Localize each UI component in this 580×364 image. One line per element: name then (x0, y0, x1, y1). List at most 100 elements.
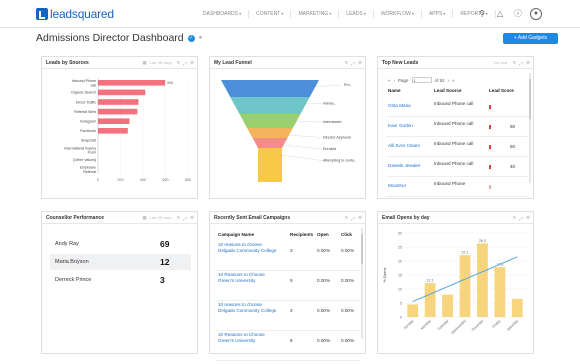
counsellor-value: 12 (160, 257, 170, 267)
table-view-icon[interactable]: ▦ (143, 60, 147, 66)
expand-icon[interactable]: ⤢ (351, 216, 355, 221)
date-range[interactable]: Last 180 days (150, 216, 172, 220)
campaign-recipients: 9 (290, 338, 293, 343)
nav-apps[interactable]: APPS (422, 10, 454, 18)
counsellor-row[interactable]: Maria Boyson 12 (50, 254, 191, 270)
scrollbar-thumb[interactable] (529, 79, 531, 119)
add-gadgets-button[interactable]: + Add Gadgets (503, 33, 558, 44)
user-icon[interactable]: ● (530, 8, 542, 20)
col-campaign-name[interactable]: Campaign Name (218, 232, 254, 237)
lead-score-bar (489, 145, 491, 149)
lead-score-bar (489, 185, 491, 189)
help-icon[interactable]: ⓘ (512, 8, 524, 20)
nav-marketing[interactable]: MARKETING (291, 10, 340, 18)
campaign-row[interactable]: 10 Reasons to Choose Green's University 9… (216, 329, 361, 361)
lead-bar (98, 89, 146, 96)
funnel-chart: Pro.. Interes.. Interviewed Director Approv… (221, 80, 356, 182)
logo[interactable]: leadsquared (36, 7, 114, 21)
campaign-name-link[interactable]: 10 Reasons to Choose Green's University (218, 272, 280, 284)
refresh-icon[interactable]: ↻ (345, 60, 349, 66)
counsellor-value: 3 (160, 275, 165, 285)
counsellor-row[interactable]: Andy Ray 69 (50, 236, 191, 252)
last-page-icon[interactable]: » (452, 78, 455, 83)
settings-icon[interactable]: ⚙ (358, 215, 362, 221)
campaign-click-rate: 0.00% (341, 338, 355, 343)
expand-icon[interactable]: ⤢ (519, 61, 523, 66)
refresh-icon[interactable]: ↻ (177, 60, 181, 66)
comment-icon[interactable]: ● (199, 35, 203, 41)
expand-icon[interactable]: ⤢ (183, 61, 187, 66)
expand-icon[interactable]: ⤢ (519, 216, 523, 221)
settings-icon[interactable]: ⚙ (190, 215, 194, 221)
panel-header: Email Opens by day ↻ ⤢ ⚙ (378, 212, 533, 224)
lead-score: 60 (510, 124, 516, 129)
date-range[interactable]: This Year (493, 61, 508, 65)
col-source[interactable]: Lead Source (434, 88, 462, 93)
opens-bar (424, 283, 436, 317)
lead-row[interactable]: Daniels Jewaler Inbound Phone call 40 (386, 157, 528, 177)
counsellor-performance-panel: Counsellor Performance ▦ Last 180 days ↻… (41, 211, 198, 354)
col-name[interactable]: Name (388, 88, 401, 93)
lead-row[interactable]: Kaur Gurbin Inbound Phone call 60 (386, 117, 528, 137)
nav-dashboards[interactable]: DASHBOARDS (196, 10, 250, 18)
funnel-leader-line (281, 144, 323, 150)
settings-icon[interactable]: ⚙ (526, 60, 530, 66)
bell-icon[interactable]: △ (494, 8, 506, 20)
prev-page-icon[interactable]: ‹ (394, 78, 396, 83)
panel-tools: ↻ ⤢ ⚙ (345, 60, 362, 66)
settings-icon[interactable]: ⚙ (190, 60, 194, 66)
lead-name-link[interactable]: Kaur Gurbin (388, 123, 413, 128)
campaign-name-link[interactable]: 10 reasons to choose Delgado Community C… (218, 302, 280, 314)
expand-icon[interactable]: ⤢ (351, 61, 355, 66)
refresh-icon[interactable]: ↻ (177, 215, 181, 221)
y-tick-label: 5 (400, 301, 402, 305)
campaign-row[interactable]: 10 reasons to choose Delgado Community C… (216, 299, 361, 331)
scrollbar-thumb[interactable] (361, 234, 363, 264)
top-new-leads-panel: Top New Leads This Year ↻ ⤢ ⚙ « ‹ Page 1… (377, 56, 534, 199)
counsellor-row[interactable]: Derreck Prince 3 (50, 272, 191, 288)
nav-workflow[interactable]: WORKFLOW (374, 10, 422, 18)
lead-row[interactable]: Mcarthur Inbound Phone (386, 177, 528, 197)
col-open[interactable]: Open (317, 232, 329, 237)
settings-icon[interactable]: ⚙ (526, 215, 530, 221)
x-tick-label: Wednesday (450, 319, 466, 335)
lead-source: Inbound Phone (434, 181, 466, 186)
refresh-icon[interactable]: ↻ (345, 215, 349, 221)
next-page-icon[interactable]: › (448, 78, 450, 83)
expand-icon[interactable]: ⤢ (183, 216, 187, 221)
campaign-row[interactable]: 10 reasons to choose Delgado Community C… (216, 239, 361, 271)
nav-leads[interactable]: LEADS (339, 10, 374, 18)
campaign-row[interactable]: 10 Reasons to Choose Green's University 9… (216, 269, 361, 301)
opens-bar (477, 243, 488, 317)
settings-icon[interactable]: ⚙ (358, 60, 362, 66)
panel-tools: ▦ Last 180 days ↻ ⤢ ⚙ (143, 215, 195, 221)
refresh-icon[interactable]: ↻ (513, 60, 517, 66)
campaign-name-link[interactable]: 10 reasons to choose Delgado Community C… (218, 242, 280, 254)
funnel-stage (221, 80, 319, 97)
logo-mark-icon (36, 8, 48, 20)
col-score[interactable]: Lead Score (489, 88, 514, 93)
refresh-icon[interactable]: ↻ (513, 215, 517, 221)
date-range[interactable]: Last 180 days (150, 61, 172, 65)
category-label: Referral (83, 170, 96, 174)
page-input[interactable]: 1 (411, 77, 432, 83)
main-nav: DASHBOARDS CONTENT MARKETING LEADS WORKF… (196, 10, 496, 18)
col-recipients[interactable]: Recipients (290, 232, 313, 237)
lead-name-link[interactable]: Orita Maria (388, 103, 411, 108)
search-icon[interactable]: ⚲ (476, 8, 488, 20)
lead-name-link[interactable]: Alli Svcs Cleam (388, 143, 420, 148)
lead-row[interactable]: Alli Svcs Cleam Inbound Phone call 50 (386, 137, 528, 157)
lead-row[interactable]: Orita Maria Inbound Phone call (386, 97, 528, 117)
nav-content[interactable]: CONTENT (249, 10, 292, 18)
table-view-icon[interactable]: ▦ (143, 215, 147, 221)
funnel-leader-line (279, 154, 323, 161)
campaign-click-rate: 0.00% (341, 278, 355, 283)
first-page-icon[interactable]: « (388, 78, 391, 83)
lead-name-link[interactable]: Daniels Jewaler (388, 163, 420, 168)
lead-name-link[interactable]: Mcarthur (388, 183, 406, 188)
nav-icons: ⚲ △ ⓘ ● (476, 8, 542, 20)
y-tick-label: 25 (398, 245, 402, 249)
col-click[interactable]: Click (341, 232, 352, 237)
campaign-name-link[interactable]: 10 Reasons to Choose Green's University (218, 332, 280, 344)
panel-tools: ▦ Last 180 days ↻ ⤢ ⚙ (143, 60, 195, 66)
